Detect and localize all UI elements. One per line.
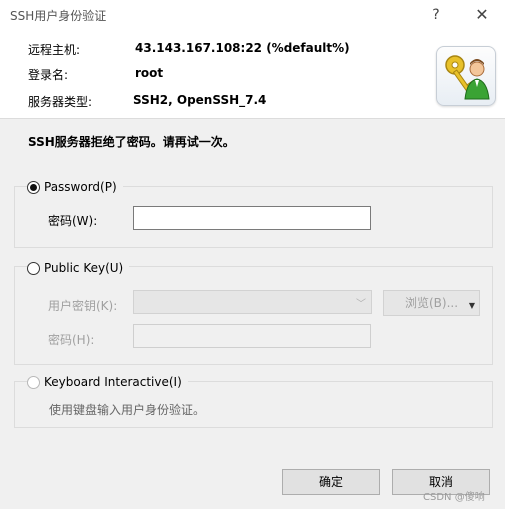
close-button[interactable]: ✕ xyxy=(470,4,494,26)
browse-button[interactable]: 浏览(B)... ▼ xyxy=(383,290,480,316)
server-type-value: SSH2, OpenSSH_7.4 xyxy=(133,93,267,107)
password-radio[interactable] xyxy=(27,180,40,194)
ok-button[interactable]: 确定 xyxy=(282,469,380,495)
error-message: SSH服务器拒绝了密码。请再试一次。 xyxy=(28,135,235,149)
passphrase-label: 密码(H): xyxy=(48,333,95,347)
password-option-label: Password(P) xyxy=(44,180,117,194)
title-bar: SSH用户身份验证 ? ✕ xyxy=(0,0,505,30)
chevron-down-icon: ﹀ xyxy=(356,299,366,310)
password-label: 密码(W): xyxy=(48,214,98,228)
login-name-label: 登录名: xyxy=(28,68,69,82)
password-input[interactable] xyxy=(133,206,371,230)
window-title: SSH用户身份验证 xyxy=(10,9,107,23)
separator xyxy=(0,118,505,119)
help-button[interactable]: ? xyxy=(424,4,448,26)
password-option[interactable]: Password(P) xyxy=(27,180,123,194)
user-key-select[interactable]: ﹀ xyxy=(133,290,372,314)
public-key-option-label: Public Key(U) xyxy=(44,261,124,275)
login-name-value: root xyxy=(135,66,164,80)
connection-info-panel: 远程主机: 43.143.167.108:22 (%default%) 登录名:… xyxy=(0,30,505,118)
public-key-radio[interactable] xyxy=(27,261,40,275)
browse-label: 浏览(B)... xyxy=(404,296,459,310)
keyboard-interactive-radio[interactable] xyxy=(27,375,40,389)
keyboard-interactive-option-label: Keyboard Interactive(I) xyxy=(44,375,182,389)
dropdown-arrow-icon: ▼ xyxy=(468,301,475,310)
remote-host-value: 43.143.167.108:22 (%default%) xyxy=(135,41,350,55)
keyboard-interactive-option[interactable]: Keyboard Interactive(I) xyxy=(27,375,188,389)
watermark: CSDN @傻响 xyxy=(423,492,485,503)
user-key-label: 用户密钥(K): xyxy=(48,299,118,313)
server-type-label: 服务器类型: xyxy=(28,95,93,109)
key-user-icon xyxy=(436,46,496,106)
remote-host-label: 远程主机: xyxy=(28,43,81,57)
public-key-option[interactable]: Public Key(U) xyxy=(27,261,130,275)
passphrase-input[interactable] xyxy=(133,324,371,348)
keyboard-interactive-hint: 使用键盘输入用户身份验证。 xyxy=(49,403,206,417)
